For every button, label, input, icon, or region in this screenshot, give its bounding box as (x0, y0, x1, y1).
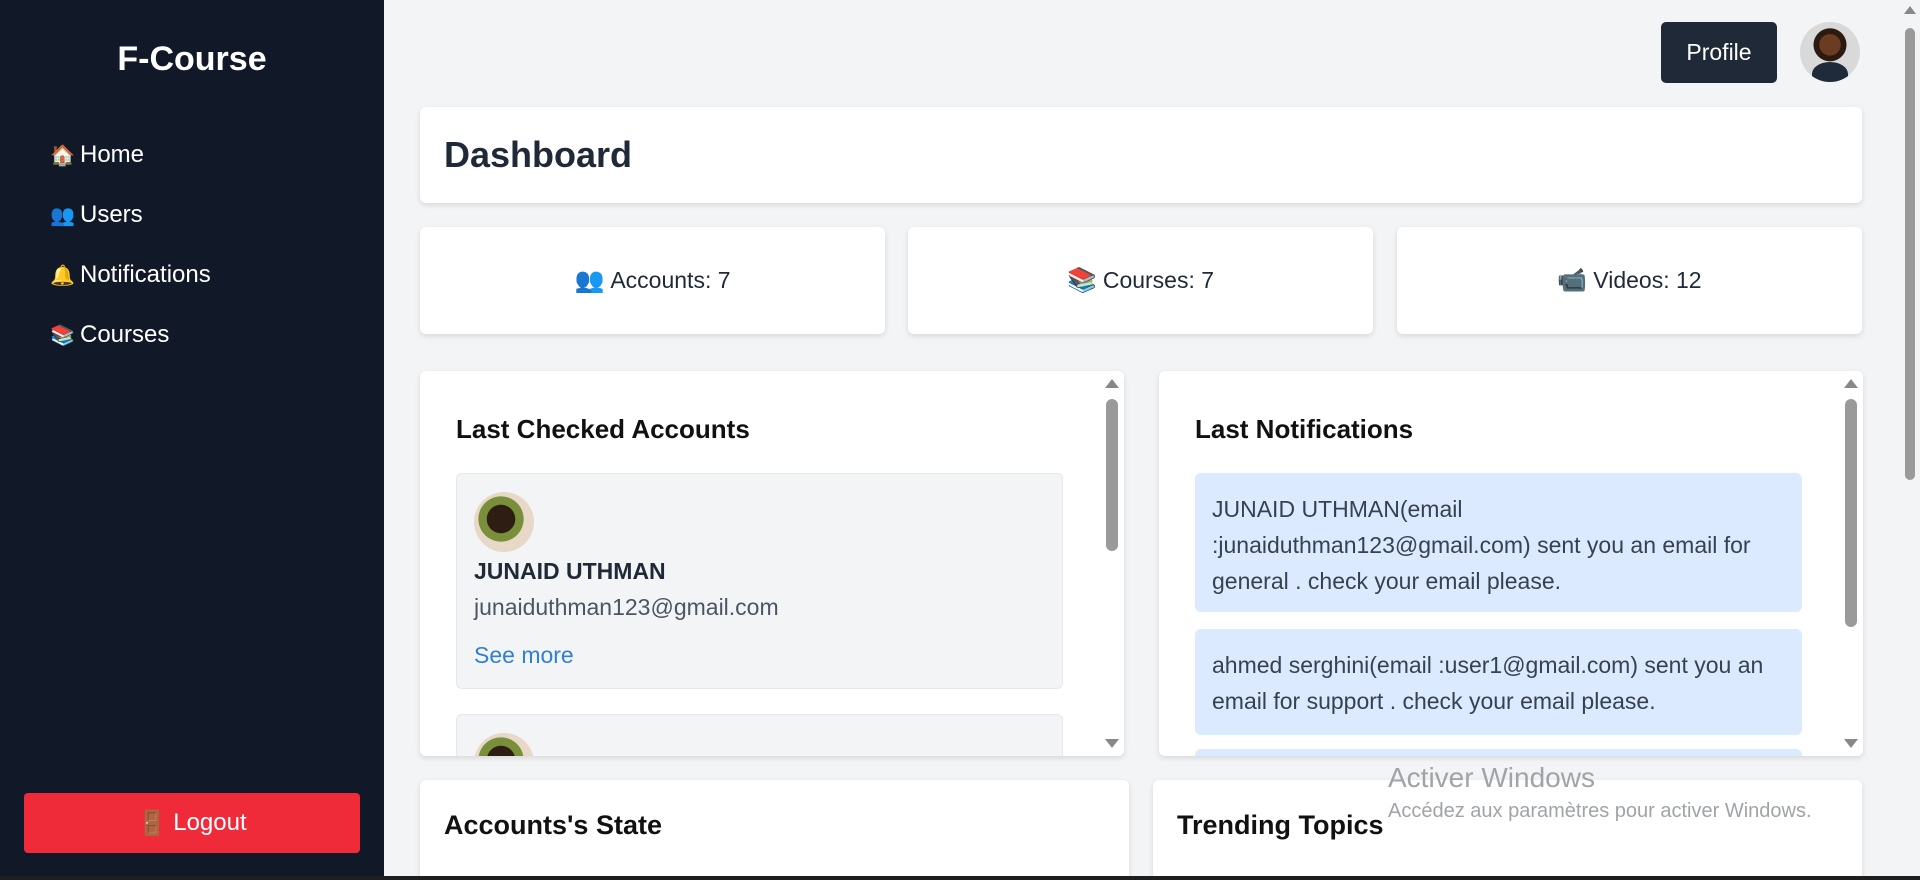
avatar (474, 492, 534, 552)
main-content: Profile Dashboard 👥 Accounts: 7 📚 Course… (384, 0, 1900, 880)
brand-title: F-Course (117, 40, 267, 78)
door-icon: 🚪 (137, 809, 168, 837)
sidebar-item-notifications[interactable]: 🔔 Notifications (50, 245, 384, 305)
card-title: Accounts's State (444, 810, 662, 840)
scroll-down-icon[interactable] (1844, 739, 1858, 748)
videos-icon: 📹 (1557, 267, 1588, 294)
notification-item (1195, 749, 1802, 756)
sidebar-item-label: Users (80, 201, 143, 228)
courses-icon: 📚 (1066, 267, 1097, 294)
scroll-thumb[interactable] (1905, 28, 1915, 480)
sidebar-item-courses[interactable]: 📚 Courses (50, 305, 384, 365)
avatar (474, 733, 534, 756)
accounts-icon: 👥 (574, 267, 605, 294)
last-checked-accounts-panel: Last Checked Accounts JUNAID UTHMAN juna… (420, 371, 1124, 756)
sidebar-item-home[interactable]: 🏠 Home (50, 125, 384, 185)
page-title: Dashboard (420, 107, 1862, 203)
accounts-state-card: Accounts's State (420, 780, 1129, 880)
sidebar: F-Course 🏠 Home 👥 Users 🔔 Notifications … (0, 0, 384, 880)
notification-item: ahmed serghini(email :user1@gmail.com) s… (1195, 629, 1802, 735)
scroll-down-icon[interactable] (1105, 739, 1119, 748)
stat-label: Accounts: 7 (610, 267, 731, 293)
stat-card-accounts: 👥 Accounts: 7 (420, 227, 885, 334)
list-item (456, 714, 1063, 756)
notification-item: JUNAID UTHMAN(email :junaiduthman123@gma… (1195, 473, 1802, 612)
trending-topics-card: Trending Topics (1153, 780, 1862, 880)
bell-icon: 🔔 (50, 264, 75, 287)
scroll-thumb[interactable] (1106, 399, 1118, 551)
list-item: JUNAID UTHMAN junaiduthman123@gmail.com … (456, 473, 1063, 689)
users-icon: 👥 (50, 204, 75, 227)
stat-label: Courses: 7 (1102, 267, 1215, 293)
logout-label: Logout (173, 809, 247, 836)
avatar[interactable] (1800, 22, 1860, 82)
scroll-up-icon[interactable] (1105, 379, 1119, 388)
logout-button[interactable]: 🚪 Logout (24, 793, 360, 853)
taskbar-edge (0, 876, 1920, 880)
panel-title: Last Checked Accounts (456, 414, 750, 444)
panel-scrollbar[interactable] (1098, 371, 1124, 756)
stat-card-videos: 📹 Videos: 12 (1397, 227, 1862, 334)
panel-scrollbar[interactable] (1837, 371, 1863, 756)
sidebar-item-label: Home (80, 141, 145, 168)
books-icon: 📚 (50, 324, 75, 347)
home-icon: 🏠 (50, 144, 75, 167)
card-title: Trending Topics (1177, 810, 1384, 840)
account-email: junaiduthman123@gmail.com (474, 594, 779, 620)
sidebar-item-label: Notifications (80, 261, 211, 288)
stat-card-courses: 📚 Courses: 7 (908, 227, 1373, 334)
account-name: JUNAID UTHMAN (474, 558, 666, 584)
scroll-up-icon[interactable] (1844, 379, 1858, 388)
scroll-up-icon[interactable] (1904, 6, 1916, 14)
scroll-thumb[interactable] (1845, 399, 1857, 627)
page-scrollbar[interactable] (1900, 0, 1920, 880)
sidebar-item-users[interactable]: 👥 Users (50, 185, 384, 245)
sidebar-nav: 🏠 Home 👥 Users 🔔 Notifications 📚 Courses (0, 125, 384, 365)
see-more-link[interactable]: See more (474, 642, 574, 669)
last-notifications-panel: Last Notifications JUNAID UTHMAN(email :… (1159, 371, 1863, 756)
panel-title: Last Notifications (1195, 414, 1414, 444)
sidebar-item-label: Courses (80, 321, 170, 348)
stat-label: Videos: 12 (1593, 267, 1702, 293)
profile-button[interactable]: Profile (1661, 22, 1777, 83)
